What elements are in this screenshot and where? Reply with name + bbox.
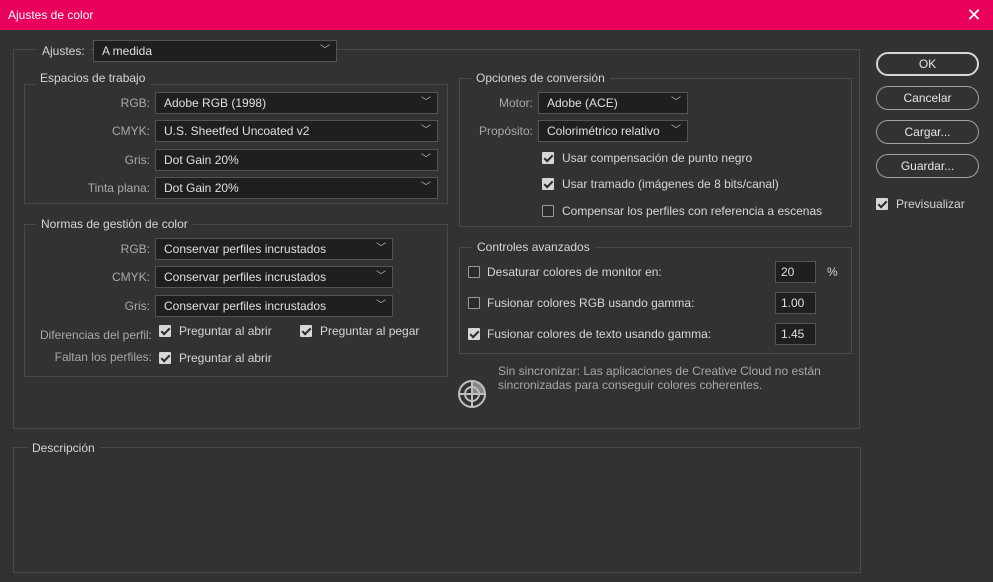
missing-profiles-label: Faltan los perfiles: bbox=[54, 350, 152, 364]
sync-status-line1: Sin sincronizar: Las aplicaciones de Cre… bbox=[498, 364, 821, 378]
scene-profiles-label: Compensar los perfiles con referencia a … bbox=[562, 204, 823, 218]
mismatch-ask-open-checkbox[interactable] bbox=[159, 325, 171, 337]
mismatch-ask-open-label: Preguntar al abrir bbox=[179, 324, 272, 338]
desaturate-unit: % bbox=[827, 265, 838, 279]
cancel-button[interactable]: Cancelar bbox=[876, 86, 979, 110]
ws-cmyk-value: U.S. Sheetfed Uncoated v2 bbox=[164, 124, 310, 138]
blend-rgb-input[interactable]: 1.00 bbox=[775, 292, 816, 314]
blend-rgb-label: Fusionar colores RGB usando gamma: bbox=[487, 296, 695, 310]
black-point-label: Usar compensación de punto negro bbox=[562, 151, 753, 165]
window-title: Ajustes de color bbox=[8, 8, 94, 22]
policy-cmyk-value: Conservar perfiles incrustados bbox=[164, 270, 327, 284]
description-legend: Descripción bbox=[27, 441, 100, 455]
title-bar: Ajustes de color ✕ bbox=[0, 0, 993, 30]
chevron-down-icon: ﹀ bbox=[421, 154, 431, 165]
policy-gray-label: Gris: bbox=[124, 299, 150, 313]
ws-gray-value: Dot Gain 20% bbox=[164, 153, 239, 167]
save-button[interactable]: Guardar... bbox=[876, 154, 979, 178]
ws-cmyk-label: CMYK: bbox=[111, 124, 150, 138]
policy-rgb-value: Conservar perfiles incrustados bbox=[164, 242, 327, 256]
missing-ask-open-label: Preguntar al abrir bbox=[179, 351, 272, 365]
description-group bbox=[13, 447, 861, 573]
ws-rgb-label: RGB: bbox=[120, 96, 150, 110]
policy-cmyk-label: CMYK: bbox=[111, 270, 150, 284]
close-icon[interactable]: ✕ bbox=[963, 4, 985, 26]
chevron-down-icon: ﹀ bbox=[376, 271, 386, 282]
dither-label: Usar tramado (imágenes de 8 bits/canal) bbox=[562, 177, 779, 191]
preview-label: Previsualizar bbox=[896, 197, 965, 211]
color-policies-legend: Normas de gestión de color bbox=[36, 217, 193, 231]
settings-value: A medida bbox=[102, 44, 153, 58]
settings-label: Ajustes: bbox=[37, 44, 90, 58]
intent-dropdown[interactable]: Colorimétrico relativo ﹀ bbox=[538, 120, 688, 142]
blend-rgb-checkbox[interactable] bbox=[468, 297, 480, 309]
ok-button[interactable]: OK bbox=[876, 52, 979, 76]
scene-profiles-checkbox[interactable] bbox=[542, 205, 554, 217]
black-point-checkbox[interactable] bbox=[542, 152, 554, 164]
ws-cmyk-dropdown[interactable]: U.S. Sheetfed Uncoated v2 ﹀ bbox=[155, 120, 438, 142]
ws-gray-dropdown[interactable]: Dot Gain 20% ﹀ bbox=[155, 149, 438, 171]
desaturate-label: Desaturar colores de monitor en: bbox=[487, 265, 662, 279]
policy-gray-dropdown[interactable]: Conservar perfiles incrustados ﹀ bbox=[155, 295, 393, 317]
ws-rgb-dropdown[interactable]: Adobe RGB (1998) ﹀ bbox=[155, 92, 438, 114]
desaturate-input[interactable]: 20 bbox=[775, 261, 816, 283]
ws-spot-label: Tinta plana: bbox=[87, 181, 150, 195]
dither-checkbox[interactable] bbox=[542, 178, 554, 190]
mismatch-ask-paste-checkbox[interactable] bbox=[300, 325, 312, 337]
policy-rgb-dropdown[interactable]: Conservar perfiles incrustados ﹀ bbox=[155, 238, 393, 260]
chevron-down-icon: ﹀ bbox=[671, 125, 681, 136]
engine-label: Motor: bbox=[498, 96, 533, 110]
ws-spot-value: Dot Gain 20% bbox=[164, 181, 239, 195]
policy-rgb-label: RGB: bbox=[120, 242, 150, 256]
mismatch-ask-paste-label: Preguntar al pegar bbox=[320, 324, 420, 338]
intent-label: Propósito: bbox=[478, 124, 533, 138]
load-button[interactable]: Cargar... bbox=[876, 120, 979, 144]
color-sync-icon bbox=[457, 379, 487, 409]
sync-status-line2: sincronizadas para conseguir colores coh… bbox=[498, 378, 763, 392]
ws-rgb-value: Adobe RGB (1998) bbox=[164, 96, 267, 110]
blend-text-checkbox[interactable] bbox=[468, 328, 480, 340]
preview-checkbox[interactable] bbox=[876, 198, 888, 210]
intent-value: Colorimétrico relativo bbox=[547, 124, 660, 138]
settings-dropdown[interactable]: A medida ﹀ bbox=[93, 40, 337, 62]
missing-ask-open-checkbox[interactable] bbox=[159, 352, 171, 364]
policy-cmyk-dropdown[interactable]: Conservar perfiles incrustados ﹀ bbox=[155, 266, 393, 288]
chevron-down-icon: ﹀ bbox=[421, 182, 431, 193]
chevron-down-icon: ﹀ bbox=[376, 243, 386, 254]
working-spaces-legend: Espacios de trabajo bbox=[35, 71, 151, 85]
conversion-options-legend: Opciones de conversión bbox=[471, 71, 610, 85]
blend-text-label: Fusionar colores de texto usando gamma: bbox=[487, 327, 712, 341]
profile-mismatch-label: Diferencias del perfil: bbox=[39, 328, 152, 342]
chevron-down-icon: ﹀ bbox=[320, 45, 330, 56]
chevron-down-icon: ﹀ bbox=[421, 125, 431, 136]
chevron-down-icon: ﹀ bbox=[421, 97, 431, 108]
advanced-controls-legend: Controles avanzados bbox=[472, 240, 595, 254]
desaturate-checkbox[interactable] bbox=[468, 266, 480, 278]
engine-dropdown[interactable]: Adobe (ACE) ﹀ bbox=[538, 92, 688, 114]
policy-gray-value: Conservar perfiles incrustados bbox=[164, 299, 327, 313]
blend-text-input[interactable]: 1.45 bbox=[775, 323, 816, 345]
ws-gray-label: Gris: bbox=[124, 153, 150, 167]
ws-spot-dropdown[interactable]: Dot Gain 20% ﹀ bbox=[155, 177, 438, 199]
chevron-down-icon: ﹀ bbox=[376, 300, 386, 311]
chevron-down-icon: ﹀ bbox=[671, 97, 681, 108]
engine-value: Adobe (ACE) bbox=[547, 96, 618, 110]
